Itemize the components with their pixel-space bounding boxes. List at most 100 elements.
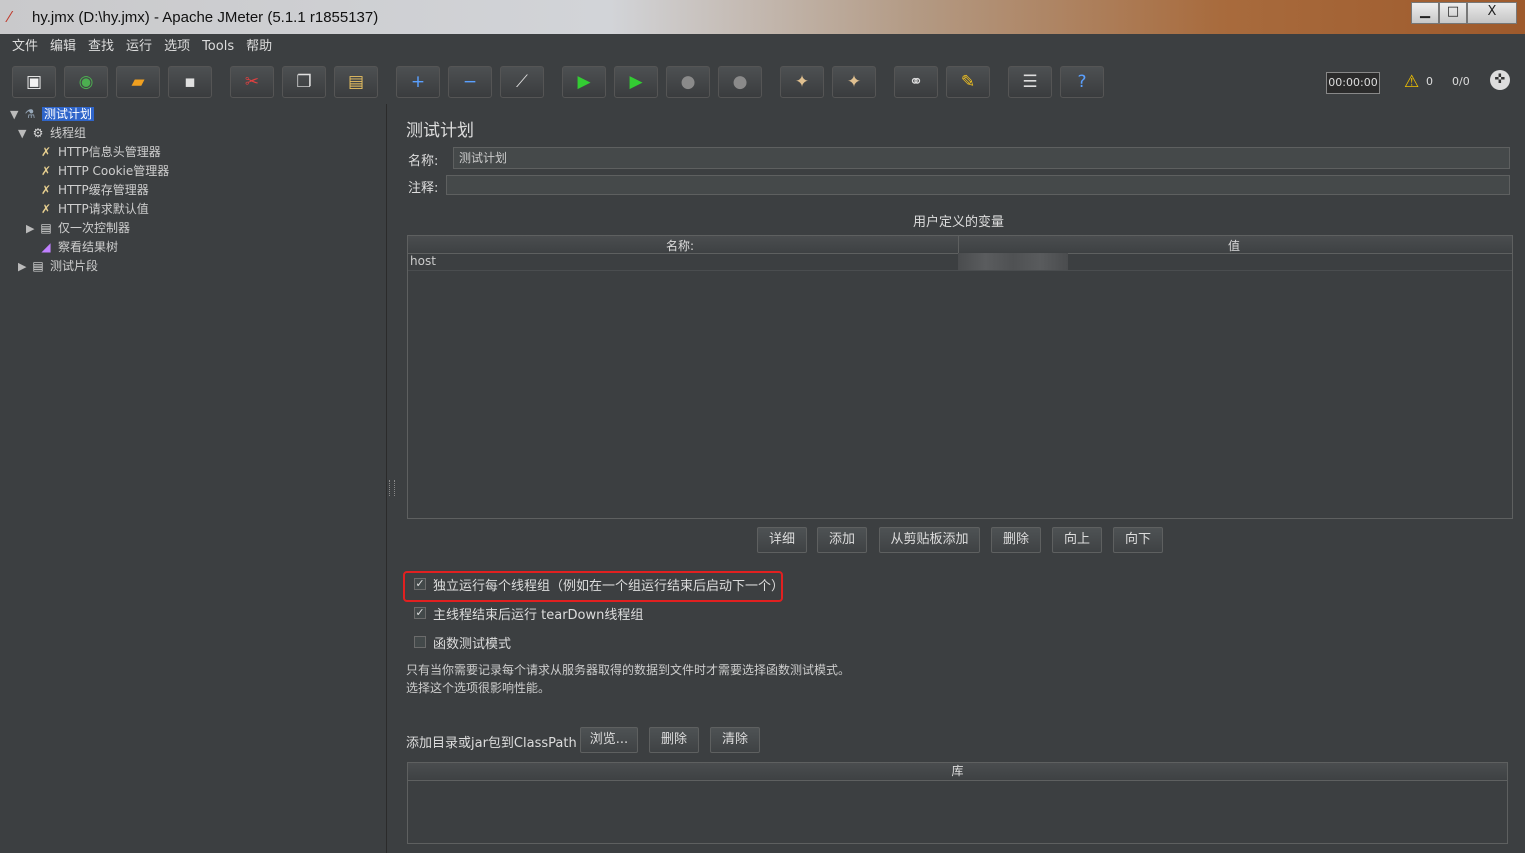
collapse-button[interactable]: − (448, 66, 492, 98)
user-variables-table[interactable]: 名称: 值 host (407, 235, 1513, 519)
maximize-button[interactable]: □ (1439, 2, 1467, 24)
toolbar: ▣ ◉ ▰ ▪ ✂ ❐ ▤ + − ⟋ ▶ ▶ ● ● ✦ ✦ ⚭ ✎ ☰? 00:00:00 ⚠ 0 0/0 ✜ (6, 60, 1525, 102)
column-header-value[interactable]: 值 (1228, 237, 1240, 254)
expand-arrow[interactable]: ▼ (10, 106, 22, 124)
tree-item-label: 线程组 (50, 126, 87, 140)
table-row[interactable]: host (408, 253, 1512, 271)
comment-label: 注释: (408, 181, 439, 196)
menu-run[interactable]: 运行 (120, 36, 158, 58)
name-field[interactable]: 测试计划 (453, 147, 1510, 169)
function-helper-icon: ☰ (1022, 71, 1038, 92)
tree-item-test-plan[interactable]: ▼ ⚗ 测试计划 (10, 105, 95, 124)
classpath-delete-button[interactable]: 删除 (649, 727, 699, 753)
expand-arrow[interactable]: ▶ (18, 258, 30, 276)
library-table[interactable]: 库 (407, 762, 1508, 844)
panel-title: 测试计划 (406, 121, 474, 141)
clear-all-icon: ✦ (846, 71, 862, 92)
new-button[interactable]: ▣ (12, 66, 56, 98)
reset-search-button[interactable]: ✎ (946, 66, 990, 98)
teardown-on-shutdown-checkbox[interactable]: ✓ (414, 607, 426, 619)
shutdown-icon: ● (732, 71, 748, 92)
browse-button[interactable]: 浏览... (580, 727, 638, 753)
menu-options[interactable]: 选项 (158, 36, 196, 58)
window-controls: ▁ □ X (1411, 2, 1517, 24)
add-from-clipboard-button[interactable]: 从剪贴板添加 (879, 527, 980, 553)
minimize-button[interactable]: ▁ (1411, 2, 1439, 24)
start-no-pause-button[interactable]: ▶ (614, 66, 658, 98)
serialize-threadgroups-checkbox[interactable]: ✓ (414, 578, 426, 590)
tree-item-header-manager[interactable]: ✗ HTTP信息头管理器 (38, 143, 161, 161)
variable-value-cell-redacted[interactable] (958, 253, 1068, 270)
splitter-grip[interactable] (389, 480, 395, 496)
expand-button[interactable]: + (396, 66, 440, 98)
tree-item-thread-group[interactable]: ▼ ⚙ 线程组 (18, 124, 86, 142)
menu-file[interactable]: 文件 (6, 36, 44, 58)
toggle-button[interactable]: ⟋ (500, 66, 544, 98)
comment-field[interactable] (446, 175, 1510, 195)
pane-splitter[interactable] (387, 104, 395, 853)
teardown-on-shutdown-label[interactable]: 主线程结束后运行 tearDown线程组 (433, 604, 643, 623)
active-threads-ratio: 0/0 (1452, 75, 1470, 88)
tree-item-cookie-manager[interactable]: ✗ HTTP Cookie管理器 (38, 162, 169, 180)
chart-icon: ◢ (41, 240, 51, 254)
start-button[interactable]: ▶ (562, 66, 606, 98)
variable-name-cell[interactable]: host (410, 254, 436, 268)
menu-tools[interactable]: Tools (196, 36, 240, 58)
details-button[interactable]: 详细 (757, 527, 807, 553)
column-header-library[interactable]: 库 (408, 763, 1507, 781)
tree-item-cache-manager[interactable]: ✗ HTTP缓存管理器 (38, 181, 149, 199)
new-icon: ▣ (25, 71, 43, 92)
cut-button[interactable]: ✂ (230, 66, 274, 98)
tree-item-request-defaults[interactable]: ✗ HTTP请求默认值 (38, 200, 149, 218)
tree-item-test-fragment[interactable]: ▶ ▤ 测试片段 (18, 257, 98, 275)
title-bar: ⁄ hy.jmx (D:\hy.jmx) - Apache JMeter (5.… (0, 0, 1525, 34)
menu-bar: 文件 编辑 查找 运行 选项 Tools 帮助 (6, 36, 1525, 58)
expand-arrow[interactable]: ▼ (18, 125, 30, 143)
functional-mode-checkbox[interactable] (414, 636, 426, 648)
menu-edit[interactable]: 编辑 (44, 36, 82, 58)
paste-icon: ▤ (347, 71, 365, 92)
classpath-clear-button[interactable]: 清除 (710, 727, 760, 753)
open-button[interactable]: ▰ (116, 66, 160, 98)
performance-warning: 选择这个选项很影响性能。 (406, 681, 551, 695)
tree-item-once-only-controller[interactable]: ▶ ▤ 仅一次控制器 (26, 219, 130, 237)
templates-button[interactable]: ◉ (64, 66, 108, 98)
copy-button[interactable]: ❐ (282, 66, 326, 98)
fragment-icon: ▤ (32, 259, 44, 273)
gear-icon: ⚙ (32, 126, 44, 140)
start-icon: ▶ (577, 71, 591, 92)
menu-help[interactable]: 帮助 (240, 36, 278, 58)
tree-item-label: HTTP请求默认值 (58, 202, 149, 216)
tree-item-label: 测试片段 (50, 259, 99, 273)
save-icon: ▪ (184, 71, 196, 92)
save-button[interactable]: ▪ (168, 66, 212, 98)
column-header-name[interactable]: 名称: (666, 237, 694, 254)
remote-globe-icon[interactable]: ✜ (1490, 70, 1510, 90)
close-button[interactable]: X (1467, 2, 1517, 24)
clear-all-button[interactable]: ✦ (832, 66, 876, 98)
paste-button[interactable]: ▤ (334, 66, 378, 98)
stop-button[interactable]: ● (666, 66, 710, 98)
add-button[interactable]: 添加 (817, 527, 867, 553)
functional-mode-label[interactable]: 函数测试模式 (433, 633, 511, 652)
controller-icon: ▤ (40, 221, 52, 235)
warning-icon[interactable]: ⚠ (1404, 72, 1419, 92)
serialize-threadgroups-label[interactable]: 独立运行每个线程组（例如在一个组运行结束后启动下一个） (433, 575, 784, 594)
collapse-icon: − (462, 71, 478, 92)
move-down-button[interactable]: 向下 (1113, 527, 1163, 553)
function-helper-button[interactable]: ☰ (1008, 66, 1052, 98)
start-no-pause-icon: ▶ (629, 71, 643, 92)
name-label: 名称: (408, 154, 439, 169)
move-up-button[interactable]: 向上 (1052, 527, 1102, 553)
menu-search[interactable]: 查找 (82, 36, 120, 58)
classpath-label: 添加目录或jar包到ClassPath (406, 736, 577, 751)
clear-button[interactable]: ✦ (780, 66, 824, 98)
copy-icon: ❐ (296, 71, 312, 92)
tree-item-view-results-tree[interactable]: ◢ 察看结果树 (38, 238, 118, 256)
delete-button[interactable]: 删除 (991, 527, 1041, 553)
shutdown-button[interactable]: ● (718, 66, 762, 98)
help-button[interactable]: ? (1060, 66, 1104, 98)
tree-item-label: 仅一次控制器 (58, 221, 131, 235)
expand-arrow[interactable]: ▶ (26, 220, 38, 238)
search-button[interactable]: ⚭ (894, 66, 938, 98)
